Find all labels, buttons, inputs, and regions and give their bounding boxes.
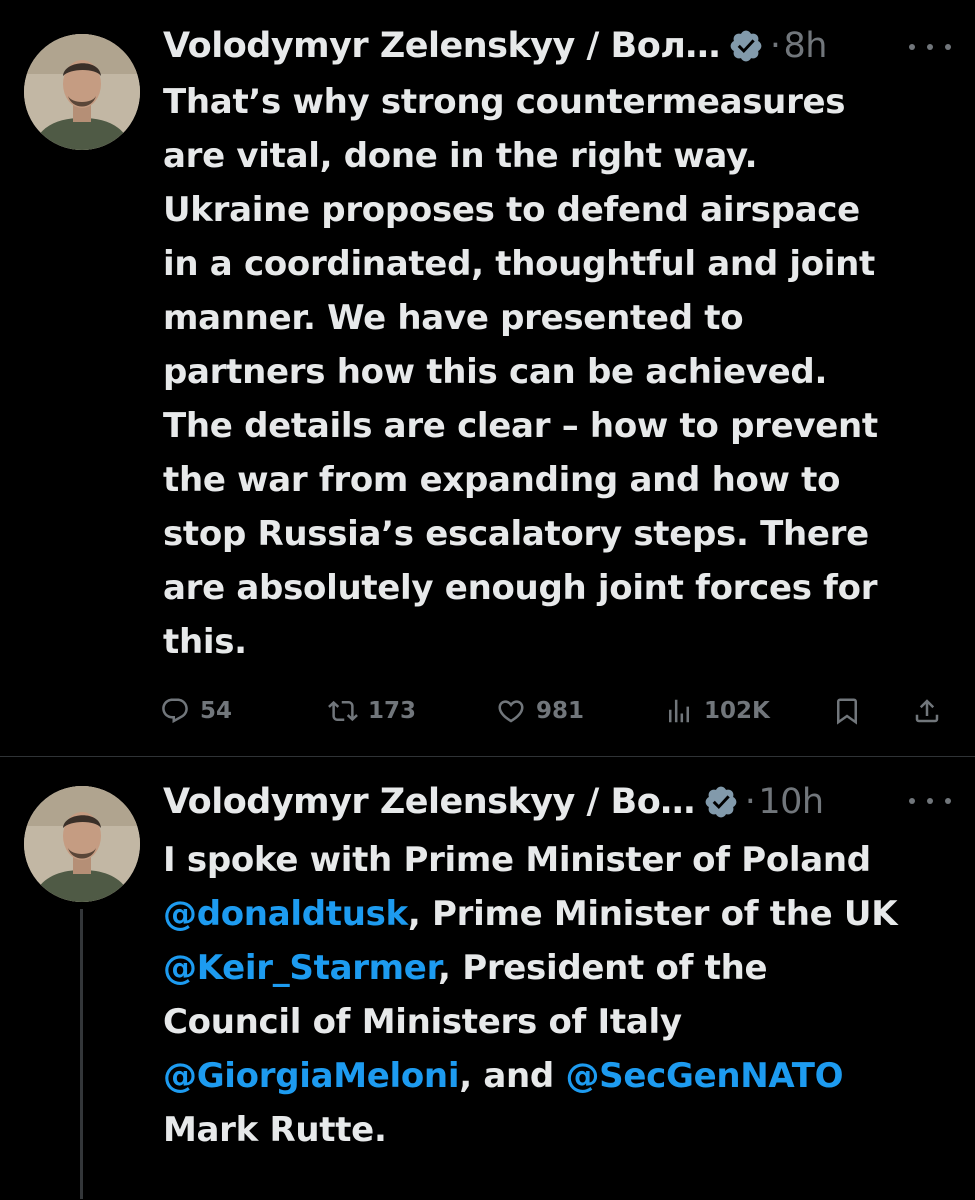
action-bar: 54 173 981 102K (160, 686, 947, 736)
text-line: Council of Ministers of Italy (163, 995, 963, 1049)
like-count: 981 (536, 698, 585, 724)
tweet-text: That’s why strong countermeasures are vi… (163, 75, 963, 669)
reply-count: 54 (200, 698, 233, 724)
author-name[interactable]: Volodymyr Zelenskyy / Вол… (163, 26, 720, 66)
text-line: The details are clear – how to prevent (163, 406, 878, 446)
verified-badge-icon (705, 786, 737, 818)
repost-icon (328, 700, 358, 722)
text-segment: , and (459, 1056, 566, 1096)
text-line: manner. We have presented to (163, 298, 744, 338)
text-line: the war from expanding and how to (163, 460, 841, 500)
views-button[interactable]: 102K (664, 686, 770, 736)
separator-dot: · (744, 782, 756, 822)
share-button[interactable] (912, 686, 952, 736)
repost-button[interactable]: 173 (328, 686, 416, 736)
views-icon (669, 699, 689, 723)
tweet[interactable]: Volodymyr Zelenskyy / Во… · 10h I spoke … (0, 757, 975, 1200)
text-line: this. (163, 622, 247, 662)
text-line: are vital, done in the right way. (163, 136, 758, 176)
tweet[interactable]: Volodymyr Zelenskyy / Вол… · 8h That’s w… (0, 0, 975, 756)
timestamp[interactable]: 10h (758, 782, 824, 822)
thread-line (80, 909, 83, 1199)
like-icon (498, 700, 524, 723)
text-line: That’s why strong countermeasures (163, 82, 846, 122)
text-segment: Mark Rutte. (163, 1110, 387, 1150)
more-icon[interactable] (909, 37, 951, 57)
bookmark-icon (837, 698, 857, 725)
text-segment: I spoke with Prime Minister of Poland (163, 840, 871, 880)
text-line: are absolutely enough joint forces for (163, 568, 878, 608)
verified-badge-icon (730, 30, 762, 62)
timestamp[interactable]: 8h (784, 26, 828, 66)
text-line: partners how this can be achieved. (163, 352, 828, 392)
text-line: @Keir_Starmer, President of the (163, 941, 963, 995)
text-line: stop Russia’s escalatory steps. There (163, 514, 869, 554)
mention-keir-starmer[interactable]: @Keir_Starmer (163, 948, 438, 988)
text-line: in a coordinated, thoughtful and joint (163, 244, 876, 284)
like-button[interactable]: 981 (496, 686, 584, 736)
separator-dot: · (769, 26, 781, 66)
mention-secgennato[interactable]: @SecGenNATO (565, 1056, 843, 1096)
text-segment: Council of Ministers of Italy (163, 1002, 682, 1042)
text-line: @donaldtusk, Prime Minister of the UK (163, 887, 963, 941)
view-count: 102K (704, 698, 770, 724)
reply-icon (162, 698, 188, 724)
text-line: @GiorgiaMeloni, and @SecGenNATO (163, 1049, 963, 1103)
more-icon[interactable] (909, 791, 951, 811)
text-line: Ukraine proposes to defend airspace (163, 190, 860, 230)
avatar[interactable] (24, 34, 140, 150)
repost-count: 173 (368, 698, 417, 724)
share-icon (915, 699, 939, 723)
mention-giorgiameloni[interactable]: @GiorgiaMeloni (163, 1056, 460, 1096)
bookmark-button[interactable] (832, 686, 872, 736)
author-name[interactable]: Volodymyr Zelenskyy / Во… (163, 782, 695, 822)
tweet-text: I spoke with Prime Minister of Poland @d… (163, 833, 963, 1157)
avatar[interactable] (24, 786, 140, 902)
text-segment: , President of the (438, 948, 768, 988)
text-line: I spoke with Prime Minister of Poland (163, 833, 963, 887)
mention-donaldtusk[interactable]: @donaldtusk (163, 894, 408, 934)
reply-button[interactable]: 54 (160, 686, 232, 736)
text-segment: , Prime Minister of the UK (407, 894, 898, 934)
text-line: Mark Rutte. (163, 1103, 963, 1157)
